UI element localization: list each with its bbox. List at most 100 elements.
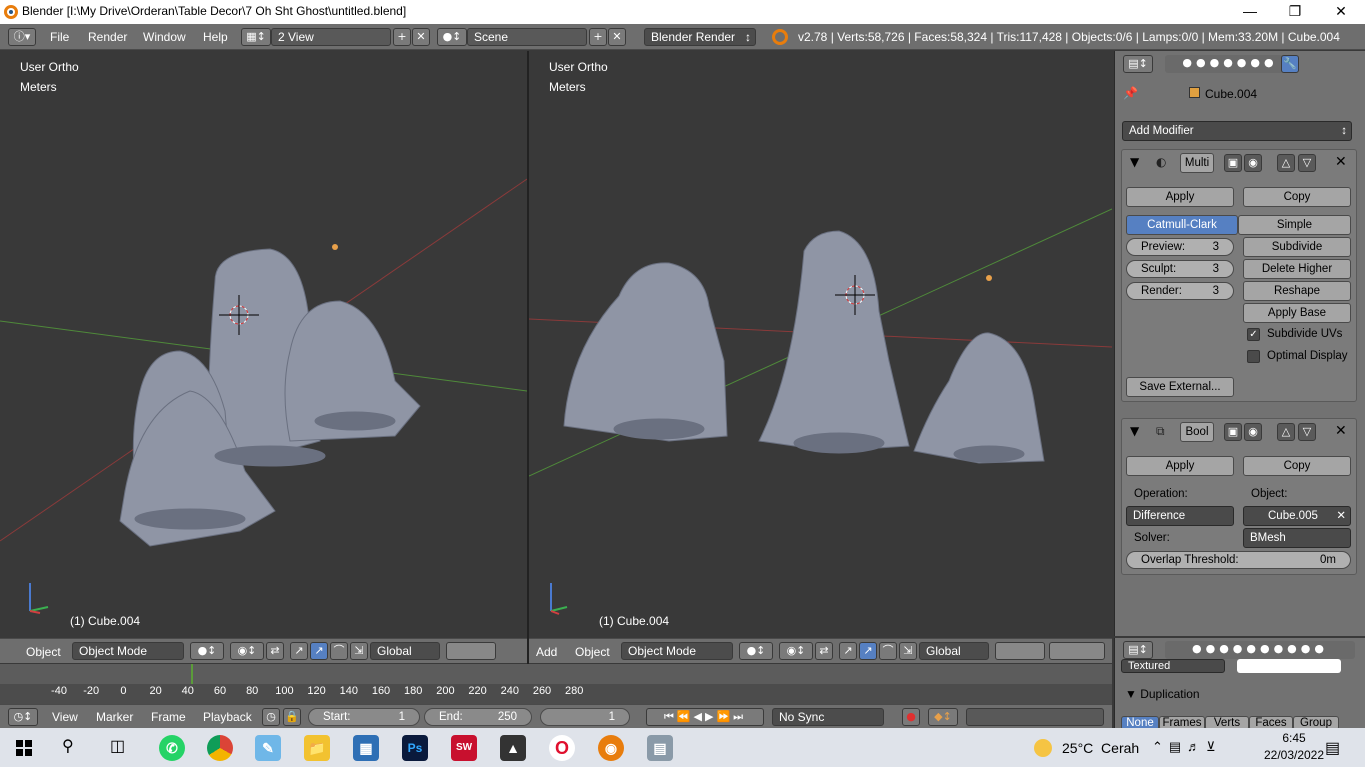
apply-button[interactable]: Apply	[1126, 456, 1234, 476]
scale-manipulator-icon[interactable]: ⇲	[899, 642, 917, 660]
add-menu[interactable]: Add	[536, 645, 557, 659]
clock-icon[interactable]: ◷	[262, 708, 280, 726]
move-up-icon[interactable]: △	[1277, 154, 1295, 172]
save-external-button[interactable]: Save External...	[1126, 377, 1234, 397]
inkscape-icon[interactable]: ▲	[500, 735, 526, 761]
orientation-dropdown[interactable]: Global	[919, 642, 989, 660]
minimize-button[interactable]: —	[1227, 0, 1273, 24]
render-toggle-icon[interactable]: ▣	[1224, 154, 1242, 172]
sculpt-levels-field[interactable]: Sculpt: 3	[1126, 260, 1234, 278]
simple-button[interactable]: Simple	[1238, 215, 1351, 235]
overlap-threshold-field[interactable]: Overlap Threshold: 0m	[1126, 551, 1351, 569]
translate-icon[interactable]: ↗	[290, 642, 308, 660]
render-levels-field[interactable]: Render: 3	[1126, 282, 1234, 300]
properties-editor-icon[interactable]: ▤↕	[1123, 55, 1153, 73]
timeline-menu-view[interactable]: View	[52, 710, 78, 724]
whatsapp-icon[interactable]: ✆	[159, 735, 185, 761]
scene-icon[interactable]: ●↕	[437, 28, 467, 46]
object-menu[interactable]: Object	[26, 645, 61, 659]
notifications-icon[interactable]: ▤	[1325, 738, 1340, 758]
task-view-icon[interactable]: ◫	[110, 736, 125, 756]
move-down-icon[interactable]: ▽	[1298, 423, 1316, 441]
close-window-button[interactable]: ✕	[1318, 0, 1364, 24]
scale-manipulator-icon[interactable]: ⇲	[350, 642, 368, 660]
info-editor-icon[interactable]: ⓘ▾	[8, 28, 36, 46]
menu-render[interactable]: Render	[88, 30, 127, 44]
calculator-icon[interactable]: ▦	[353, 735, 379, 761]
orientation-dropdown[interactable]: Global	[370, 642, 440, 660]
operation-dropdown[interactable]: Difference	[1126, 506, 1234, 526]
apply-button[interactable]: Apply	[1126, 187, 1234, 207]
translate-icon[interactable]: ↗	[839, 642, 857, 660]
app-window-icon[interactable]: ▤	[647, 735, 673, 761]
textured-dropdown[interactable]: Textured	[1121, 659, 1225, 673]
remove-modifier-icon[interactable]: ✕	[1335, 154, 1347, 170]
photoshop-icon[interactable]: Ps	[402, 735, 428, 761]
timeline-editor-icon[interactable]: ◷↕	[8, 708, 38, 726]
search-icon[interactable]: ⚲	[62, 736, 74, 756]
timeline-menu-frame[interactable]: Frame	[151, 710, 186, 724]
context-tabs[interactable]: ●●●●●●●	[1165, 55, 1295, 73]
collapse-arrow-icon[interactable]: ▼	[1130, 424, 1139, 438]
add-modifier-dropdown[interactable]: Add Modifier ↕	[1122, 121, 1352, 141]
clock-date[interactable]: 22/03/2022	[1260, 748, 1328, 762]
file-explorer-icon[interactable]: 📁	[304, 735, 330, 761]
modifier-name-field[interactable]: Multi	[1180, 153, 1214, 173]
system-tray-icons[interactable]: ⌃▤♬⊻	[1152, 739, 1222, 755]
optimal-display-checkbox[interactable]	[1247, 350, 1260, 363]
notes-app-icon[interactable]: ✎	[255, 735, 281, 761]
menu-help[interactable]: Help	[203, 30, 228, 44]
visibility-eye-icon[interactable]: ◉	[1244, 423, 1262, 441]
collapse-arrow-icon[interactable]: ▼	[1130, 155, 1139, 169]
layers-grid-2[interactable]	[1049, 642, 1105, 660]
layout-field[interactable]: 2 View	[271, 28, 391, 46]
current-frame-marker[interactable]	[191, 664, 193, 684]
layers-grid[interactable]	[446, 642, 496, 660]
keying-set-field[interactable]	[966, 708, 1104, 726]
properties-editor-icon[interactable]: ▤↕	[1123, 641, 1153, 659]
rotate-manipulator-icon[interactable]: ⌒	[879, 642, 897, 660]
keying-icon[interactable]: ◆↕	[928, 708, 958, 726]
render-engine-dropdown[interactable]: Blender Render ↕	[644, 28, 756, 46]
move-down-icon[interactable]: ▽	[1298, 154, 1316, 172]
restore-button[interactable]: ❐	[1272, 0, 1318, 24]
pivot-icon[interactable]: ◉↕	[779, 642, 813, 660]
timeline-area[interactable]: -40 -20 0 20 40 60 80 100 120 140 160 180 200 220 240 2…	[0, 664, 1112, 704]
visibility-eye-icon[interactable]: ◉	[1244, 154, 1262, 172]
manipulator-toggle-icon[interactable]: ⇄	[266, 642, 284, 660]
move-manipulator-icon[interactable]: ↗	[310, 642, 328, 660]
copy-button[interactable]: Copy	[1243, 187, 1351, 207]
layers-grid[interactable]	[995, 642, 1045, 660]
object-menu[interactable]: Object	[575, 645, 610, 659]
manipulator-toggle-icon[interactable]: ⇄	[815, 642, 833, 660]
lock-icon[interactable]: 🔒	[283, 708, 301, 726]
remove-scene-icon[interactable]: ✕	[608, 28, 626, 46]
copy-button[interactable]: Copy	[1243, 456, 1351, 476]
sync-dropdown[interactable]: No Sync	[772, 708, 884, 726]
subdivide-button[interactable]: Subdivide	[1243, 237, 1351, 257]
clear-icon[interactable]: ✕	[1336, 507, 1346, 525]
object-field[interactable]: Cube.005 ✕	[1243, 506, 1351, 526]
mode-dropdown[interactable]: Object Mode	[621, 642, 733, 660]
solidworks-icon[interactable]: SW	[451, 735, 477, 761]
screen-layout-icon[interactable]: ▦↕	[241, 28, 271, 46]
scene-field[interactable]: Scene	[467, 28, 587, 46]
viewport-left[interactable]: User Ortho Meters (1) Cube.004	[0, 51, 527, 636]
menu-file[interactable]: File	[50, 30, 69, 44]
add-scene-icon[interactable]: +	[589, 28, 607, 46]
catmull-clark-button[interactable]: Catmull-Clark	[1126, 215, 1238, 235]
shading-icon[interactable]: ●↕	[739, 642, 773, 660]
remove-layout-icon[interactable]: ✕	[412, 28, 430, 46]
rotate-manipulator-icon[interactable]: ⌒	[330, 642, 348, 660]
viewport-right[interactable]: User Ortho Meters (1) Cube.004	[529, 51, 1112, 636]
blender-taskbar-icon[interactable]: ◉	[598, 735, 624, 761]
pin-icon[interactable]: 📌	[1123, 86, 1138, 100]
timeline-menu-marker[interactable]: Marker	[96, 710, 133, 724]
playback-controls[interactable]: ⏮⏪◀▶⏩⏭	[646, 708, 764, 726]
start-frame-field[interactable]: Start: 1	[308, 708, 420, 726]
shading-icon[interactable]: ●↕	[190, 642, 224, 660]
add-layout-icon[interactable]: +	[393, 28, 411, 46]
preview-levels-field[interactable]: Preview: 3	[1126, 238, 1234, 256]
modifier-name-field[interactable]: Bool	[1180, 422, 1214, 442]
modifier-tab-icon[interactable]: 🔧	[1281, 55, 1299, 73]
